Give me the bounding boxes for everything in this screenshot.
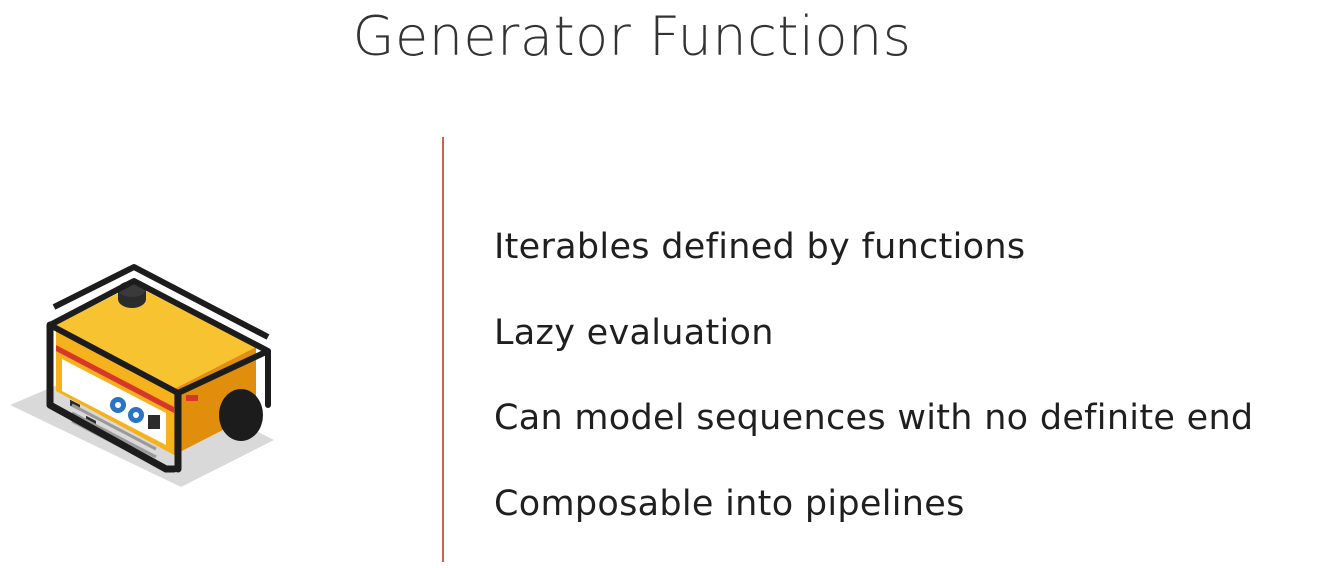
- bullet-list: Iterables defined by functions Lazy eval…: [494, 226, 1253, 568]
- bullet-item: Can model sequences with no definite end: [494, 397, 1253, 483]
- bullet-item: Iterables defined by functions: [494, 226, 1253, 312]
- slide: Generator Functions: [0, 0, 1344, 562]
- bullet-item: Composable into pipelines: [494, 483, 1253, 568]
- generator-icon: [6, 255, 278, 495]
- bullet-item: Lazy evaluation: [494, 312, 1253, 398]
- slide-title: Generator Functions: [0, 2, 1264, 72]
- vertical-divider: [442, 137, 444, 562]
